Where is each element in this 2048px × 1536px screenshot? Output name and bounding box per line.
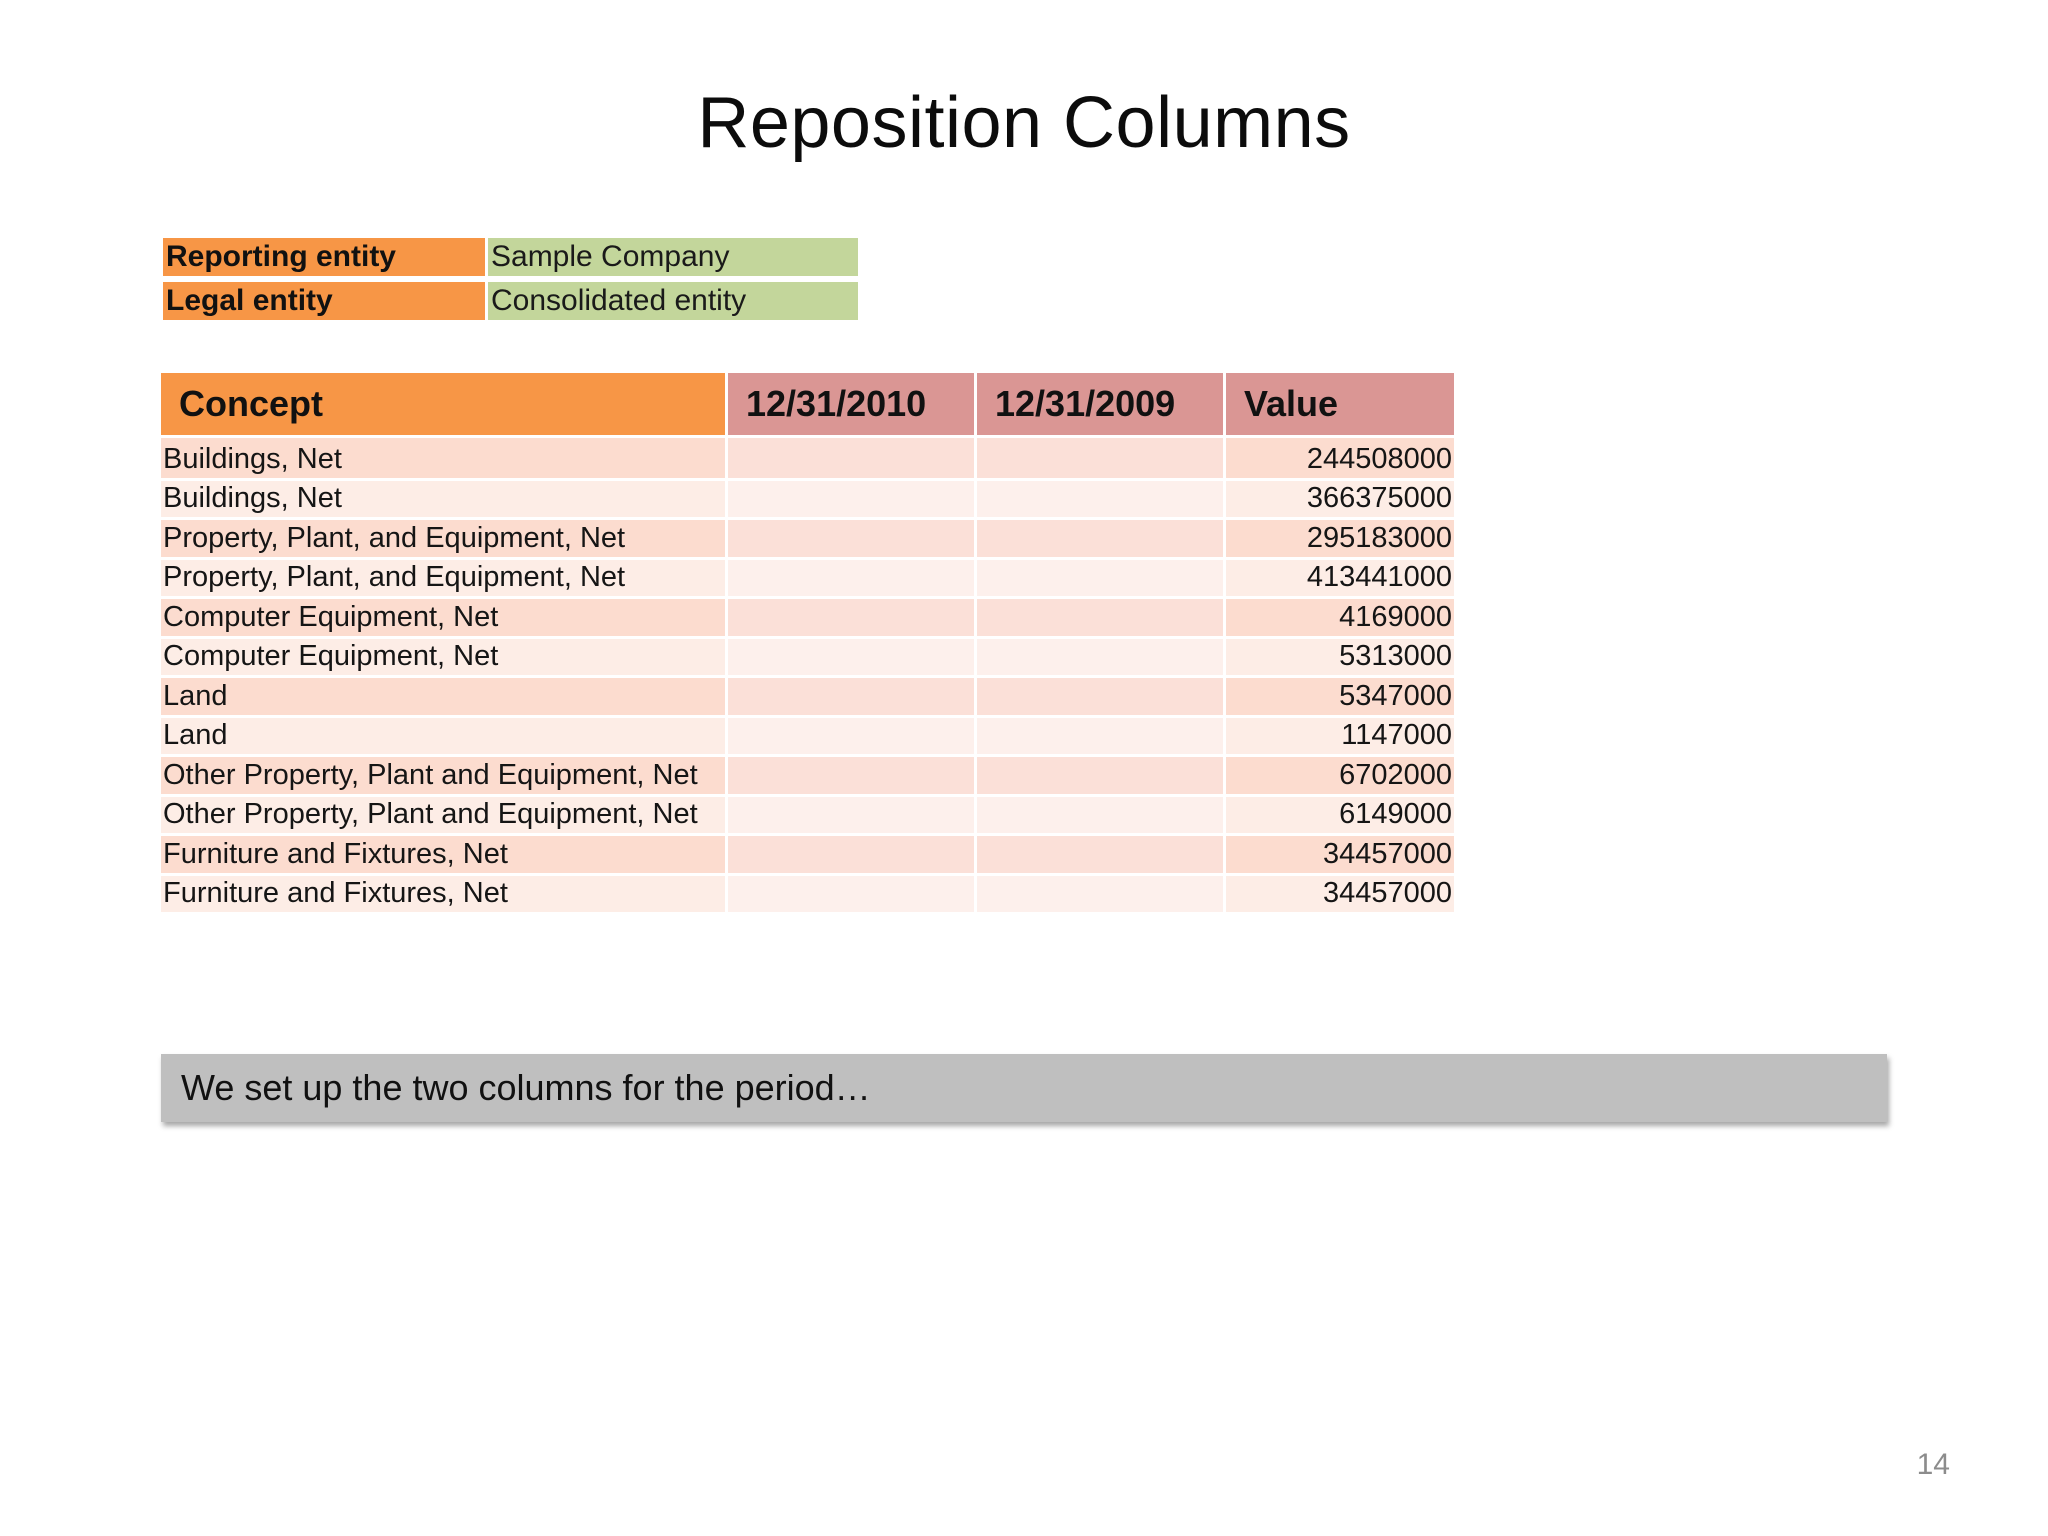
cell-value: 6702000 <box>1226 757 1454 794</box>
table-row: Land 1147000 <box>161 717 1454 754</box>
cell-date-2009 <box>977 678 1223 715</box>
page-number: 14 <box>1916 1448 1950 1481</box>
cell-date-2009 <box>977 836 1223 873</box>
cell-concept: Computer Equipment, Net <box>161 599 725 636</box>
cell-value: 4169000 <box>1226 599 1454 636</box>
cell-date-2010 <box>728 678 974 715</box>
cell-concept: Land <box>161 717 725 754</box>
cell-concept: Property, Plant, and Equipment, Net <box>161 520 725 557</box>
table-row: Land 5347000 <box>161 678 1454 715</box>
cell-value: 34457000 <box>1226 836 1454 873</box>
cell-date-2009 <box>977 638 1223 675</box>
cell-concept: Computer Equipment, Net <box>161 638 725 675</box>
cell-date-2009 <box>977 520 1223 557</box>
cell-date-2010 <box>728 599 974 636</box>
cell-date-2009 <box>977 717 1223 754</box>
cell-date-2009 <box>977 757 1223 794</box>
column-header-date-2009: 12/31/2009 <box>977 373 1223 435</box>
table-row: Furniture and Fixtures, Net 34457000 <box>161 836 1454 873</box>
cell-concept: Furniture and Fixtures, Net <box>161 836 725 873</box>
reporting-entity-value: Sample Company <box>488 238 858 276</box>
column-header-concept: Concept <box>161 373 725 435</box>
cell-date-2010 <box>728 836 974 873</box>
cell-date-2009 <box>977 480 1223 517</box>
column-header-value: Value <box>1226 373 1454 435</box>
legal-entity-value: Consolidated entity <box>488 282 858 320</box>
cell-concept: Buildings, Net <box>161 480 725 517</box>
cell-concept: Furniture and Fixtures, Net <box>161 875 725 912</box>
table-row: Buildings, Net 244508000 <box>161 438 1454 478</box>
cell-date-2009 <box>977 438 1223 478</box>
cell-concept: Land <box>161 678 725 715</box>
cell-date-2009 <box>977 796 1223 833</box>
reporting-entity-label: Reporting entity <box>163 238 488 276</box>
cell-date-2009 <box>977 599 1223 636</box>
concept-values-table: Concept 12/31/2010 12/31/2009 Value Buil… <box>158 370 1457 915</box>
cell-date-2010 <box>728 438 974 478</box>
cell-date-2010 <box>728 717 974 754</box>
entity-row-legal: Legal entity Consolidated entity <box>163 282 858 320</box>
table-row: Computer Equipment, Net 5313000 <box>161 638 1454 675</box>
cell-date-2010 <box>728 875 974 912</box>
table-header-row: Concept 12/31/2010 12/31/2009 Value <box>161 373 1454 435</box>
cell-date-2009 <box>977 559 1223 596</box>
cell-date-2010 <box>728 559 974 596</box>
cell-date-2010 <box>728 638 974 675</box>
cell-concept: Other Property, Plant and Equipment, Net <box>161 796 725 833</box>
cell-concept: Property, Plant, and Equipment, Net <box>161 559 725 596</box>
legal-entity-label: Legal entity <box>163 282 488 320</box>
cell-value: 34457000 <box>1226 875 1454 912</box>
cell-value: 5347000 <box>1226 678 1454 715</box>
table-body: Buildings, Net 244508000 Buildings, Net 366… <box>161 438 1454 912</box>
cell-value: 6149000 <box>1226 796 1454 833</box>
cell-date-2010 <box>728 520 974 557</box>
cell-date-2010 <box>728 757 974 794</box>
cell-date-2010 <box>728 480 974 517</box>
column-header-date-2010: 12/31/2010 <box>728 373 974 435</box>
cell-value: 413441000 <box>1226 559 1454 596</box>
cell-value: 366375000 <box>1226 480 1454 517</box>
cell-value: 295183000 <box>1226 520 1454 557</box>
cell-value: 1147000 <box>1226 717 1454 754</box>
cell-concept: Buildings, Net <box>161 438 725 478</box>
cell-value: 244508000 <box>1226 438 1454 478</box>
entity-row-reporting: Reporting entity Sample Company <box>163 238 858 276</box>
entity-info-table: Reporting entity Sample Company Legal en… <box>163 232 858 326</box>
table-row: Furniture and Fixtures, Net 34457000 <box>161 875 1454 912</box>
table-row: Other Property, Plant and Equipment, Net… <box>161 796 1454 833</box>
cell-value: 5313000 <box>1226 638 1454 675</box>
cell-concept: Other Property, Plant and Equipment, Net <box>161 757 725 794</box>
slide-title: Reposition Columns <box>697 83 1351 163</box>
table-row: Buildings, Net 366375000 <box>161 480 1454 517</box>
table-row: Other Property, Plant and Equipment, Net… <box>161 757 1454 794</box>
table-row: Computer Equipment, Net 4169000 <box>161 599 1454 636</box>
callout-box: We set up the two columns for the period… <box>161 1054 1887 1122</box>
table-row: Property, Plant, and Equipment, Net 29518… <box>161 520 1454 557</box>
table-row: Property, Plant, and Equipment, Net 41344… <box>161 559 1454 596</box>
cell-date-2010 <box>728 796 974 833</box>
cell-date-2009 <box>977 875 1223 912</box>
